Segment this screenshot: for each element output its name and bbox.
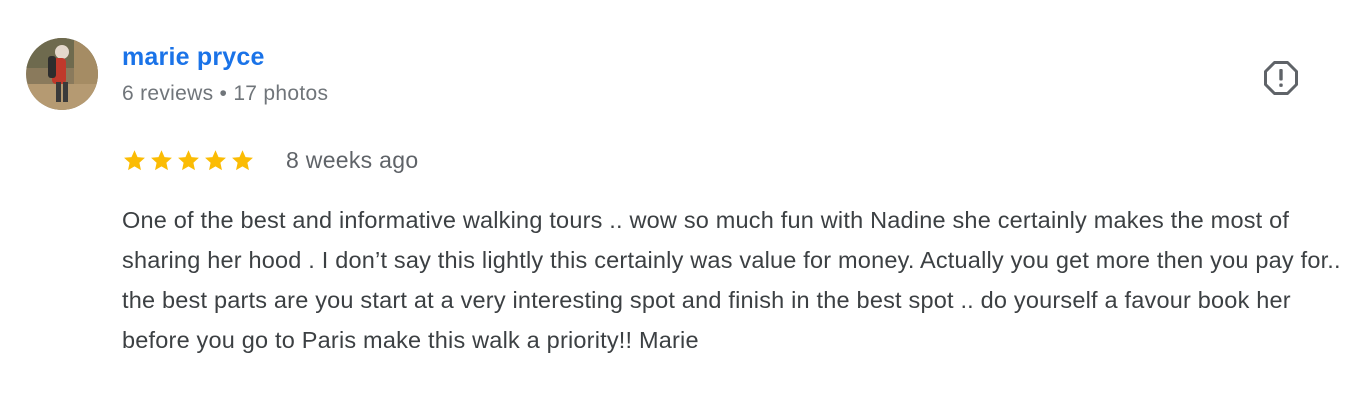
star-icon — [151, 149, 172, 170]
report-button[interactable] — [1262, 59, 1300, 97]
star-rating — [122, 145, 255, 175]
report-icon — [1264, 61, 1298, 95]
review-date: 8 weeks ago — [286, 147, 419, 173]
star-icon — [124, 149, 145, 170]
reviewer-stats: 6 reviews • 17 photos — [122, 82, 329, 105]
star-icon — [178, 149, 199, 170]
user-photo-avatar-icon — [26, 38, 98, 110]
star-icon — [205, 149, 226, 170]
review-text: One of the best and informative walking … — [122, 207, 1341, 353]
star-icon — [232, 149, 253, 170]
reviewer-name[interactable]: marie pryce — [122, 41, 265, 73]
reviewer-avatar[interactable] — [26, 38, 98, 110]
